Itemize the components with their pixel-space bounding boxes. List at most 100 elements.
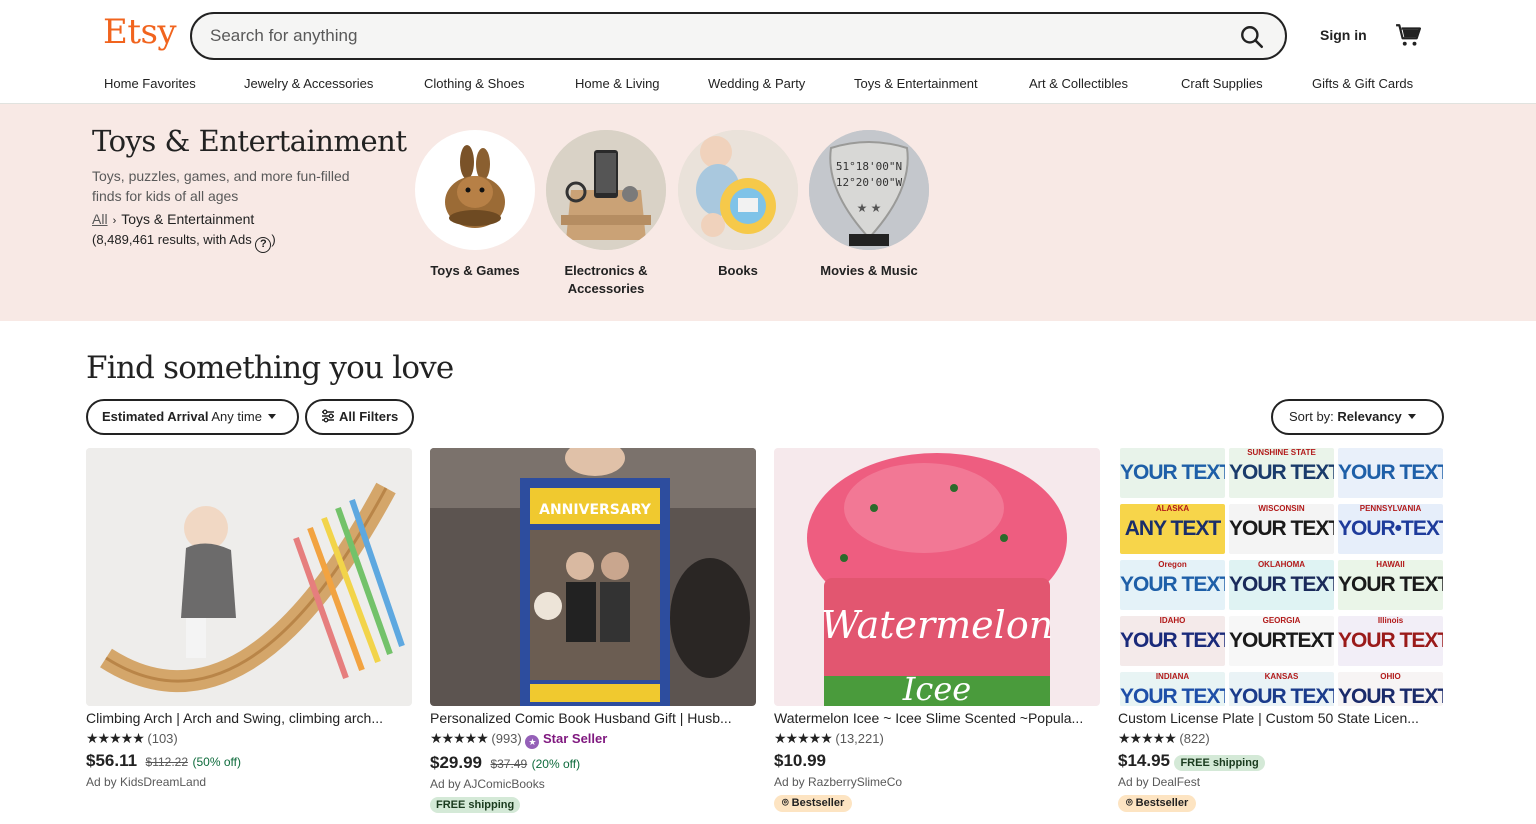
plate-state: Oregon — [1158, 560, 1187, 569]
breadcrumb-current: Toys & Entertainment — [121, 211, 255, 227]
phone-stand-icon — [546, 130, 666, 250]
license-plate: OKLAHOMA YOUR TEXT — [1229, 560, 1334, 610]
price: $56.11 — [86, 751, 138, 770]
rating: ★★★★★ (103) — [86, 730, 412, 747]
plate-state: HAWAII — [1376, 560, 1405, 569]
plate-state: INDIANA — [1155, 672, 1190, 681]
license-plate: IDAHO YOUR TEXT — [1120, 616, 1225, 666]
star-seller-label: Star Seller — [543, 731, 608, 746]
discount: (50% off) — [192, 755, 241, 769]
plate-state: OKLAHOMA — [1257, 560, 1306, 569]
plate-state: KANSAS — [1264, 672, 1299, 681]
bestseller-badge: ⌾ Bestseller — [1118, 795, 1197, 812]
nav-home-favorites[interactable]: Home Favorites — [104, 76, 196, 91]
award-icon: ⌾ — [782, 797, 792, 809]
rating: ★★★★★ (13,221) — [774, 730, 1100, 747]
plate-text: YOUR TEXT — [1120, 629, 1225, 652]
category-banner: Toys & Entertainment Toys, puzzles, game… — [0, 104, 1536, 321]
plate-text: YOUR TEXT — [1120, 573, 1225, 596]
caret-down-icon — [267, 414, 276, 419]
license-plate: KANSAS YOUR TEXT — [1229, 672, 1334, 706]
nav-gifts-gift-cards[interactable]: Gifts & Gift Cards — [1312, 76, 1413, 91]
review-count: (103) — [147, 731, 178, 746]
plate-text: YOUR TEXT — [1229, 573, 1334, 596]
subcategory-electronics[interactable]: Electronics & Accessories — [536, 130, 676, 298]
help-icon[interactable]: ? — [255, 237, 272, 253]
bestseller-badge: ⌾ Bestseller — [774, 795, 853, 812]
product-image[interactable]: YOUR TEXT SUNSHINE STATE YOUR TEXT YOUR TEX… — [1118, 448, 1444, 706]
price-row: $29.99 $37.49 (20% off) — [430, 753, 756, 773]
product-card[interactable]: Watermelon Icee Watermelon Icee ~ Icee S… — [774, 448, 1100, 812]
sign-in-link[interactable]: Sign in — [1320, 27, 1367, 43]
plate-text: YOUR TEXT — [1338, 629, 1443, 652]
product-title[interactable]: Personalized Comic Book Husband Gift | H… — [430, 710, 756, 726]
subcategory-label: Toys & Games — [430, 263, 520, 278]
search-icon[interactable] — [1239, 24, 1265, 50]
bestseller-label: Bestseller — [1135, 797, 1189, 809]
review-count: (13,221) — [835, 731, 884, 746]
plate-text: YOUR TEXT — [1229, 517, 1334, 540]
plate-state: Illinois — [1377, 616, 1404, 625]
sliders-icon — [322, 409, 334, 423]
shopping-cart-icon[interactable] — [1395, 22, 1421, 48]
price-row: $56.11 $112.22 (50% off) — [86, 751, 412, 771]
plate-state: SUNSHINE STATE — [1247, 448, 1316, 457]
star-rating-icon: ★★★★★ — [430, 730, 489, 746]
nav-clothing-shoes[interactable]: Clothing & Shoes — [424, 76, 524, 91]
plate-text: YOUR TEXT — [1229, 461, 1334, 484]
rating: ★★★★★ (993) ★ Star Seller — [430, 730, 756, 749]
subcategory-movies-music[interactable]: 51°18'00"N 12°20'00"W ★ ★ Movies & Music — [799, 130, 939, 280]
results-count-text: (8,489,461 results, with Ads — [92, 232, 252, 247]
sort-label: Sort by: — [1289, 409, 1334, 424]
product-title[interactable]: Climbing Arch | Arch and Swing, climbing… — [86, 710, 412, 726]
license-plate: YOUR TEXT — [1120, 448, 1225, 498]
product-image[interactable]: ANNIVERSARY — [430, 448, 756, 706]
jar-label-title: Watermelon — [821, 603, 1053, 647]
discount: (20% off) — [531, 757, 581, 771]
nav-art-collectibles[interactable]: Art & Collectibles — [1029, 76, 1128, 91]
product-card[interactable]: ANNIVERSARY Personalized Comic Book Husb… — [430, 448, 756, 813]
results-count-close: ) — [271, 232, 276, 247]
award-icon: ⌾ — [1126, 797, 1136, 809]
subcategory-label: Electronics & Accessories — [564, 263, 648, 296]
star-seller-badge-icon: ★ — [525, 735, 540, 749]
price-row: $10.99 — [774, 751, 1100, 771]
review-count: (822) — [1179, 731, 1210, 746]
product-card[interactable]: YOUR TEXT SUNSHINE STATE YOUR TEXT YOUR TEX… — [1118, 448, 1444, 812]
breadcrumb-all-link[interactable]: All — [92, 211, 108, 227]
plate-text: YOUR TEXT — [1338, 573, 1443, 596]
license-plate: SUNSHINE STATE YOUR TEXT — [1229, 448, 1334, 498]
nav-jewelry-accessories[interactable]: Jewelry & Accessories — [244, 76, 373, 91]
nav-home-living[interactable]: Home & Living — [575, 76, 660, 91]
star-rating-icon: ★★★★★ — [774, 730, 833, 746]
product-title[interactable]: Custom License Plate | Custom 50 State L… — [1118, 710, 1444, 726]
price-row: $14.95 FREE shipping — [1118, 751, 1444, 771]
product-card[interactable]: Climbing Arch | Arch and Swing, climbing… — [86, 448, 412, 789]
plate-text: YOUR TEXT — [1120, 685, 1225, 706]
search-bar[interactable] — [190, 12, 1287, 60]
search-input[interactable] — [210, 24, 1210, 48]
plate-state: ALASKA — [1155, 504, 1190, 513]
product-image[interactable]: Watermelon Icee — [774, 448, 1100, 706]
subcategory-books[interactable]: Books — [668, 130, 808, 280]
jar-label-subtitle: Icee — [902, 670, 971, 706]
price: $10.99 — [774, 751, 826, 770]
svg-text:12°20'00"W: 12°20'00"W — [836, 176, 903, 189]
category-description: Toys, puzzles, games, and more fun-fille… — [92, 168, 350, 204]
nav-toys-entertainment[interactable]: Toys & Entertainment — [854, 76, 978, 91]
free-shipping-badge: FREE shipping — [430, 797, 521, 813]
all-filters-button[interactable]: All Filters — [305, 399, 414, 435]
sort-dropdown[interactable]: Sort by: Relevancy — [1271, 399, 1444, 435]
product-title[interactable]: Watermelon Icee ~ Icee Slime Scented ~Po… — [774, 710, 1100, 726]
subcategory-toys-games[interactable]: Toys & Games — [405, 130, 545, 280]
product-image[interactable] — [86, 448, 412, 706]
estimated-arrival-filter[interactable]: Estimated Arrival Any time — [86, 399, 299, 435]
original-price: $112.22 — [145, 755, 189, 769]
rating: ★★★★★ (822) — [1118, 730, 1444, 747]
nav-craft-supplies[interactable]: Craft Supplies — [1181, 76, 1263, 91]
nav-wedding-party[interactable]: Wedding & Party — [708, 76, 805, 91]
price: $29.99 — [430, 753, 482, 772]
plate-state: OHIO — [1380, 672, 1401, 681]
etsy-logo[interactable]: Etsy — [103, 12, 177, 52]
license-plate-grid: YOUR TEXT SUNSHINE STATE YOUR TEXT YOUR TEX… — [1118, 448, 1444, 706]
